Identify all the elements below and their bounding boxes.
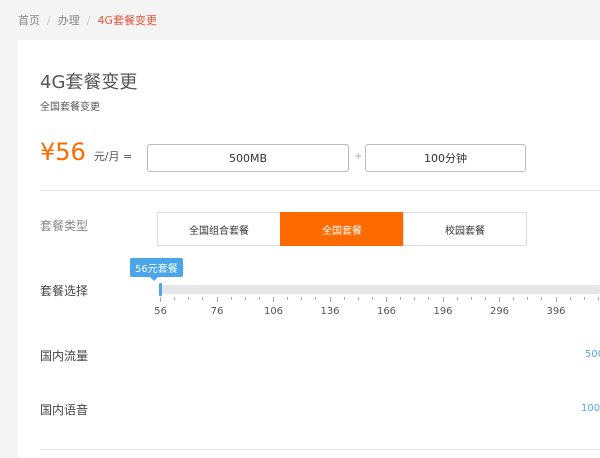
slider-minor-tick (174, 297, 176, 300)
breadcrumb: 首页 / 办理 / 4G套餐变更 (18, 12, 157, 28)
plan-type-tabs: 全国组合套餐 全国套餐 校园套餐 (157, 212, 527, 246)
selected-plan-tooltip: 56元套餐 (130, 258, 183, 281)
slider-tick (216, 297, 218, 302)
divider (40, 190, 600, 191)
slider-minor-tick (230, 297, 232, 300)
breadcrumb-separator: / (47, 14, 51, 27)
slider-minor-tick (343, 297, 345, 300)
slider-minor-tick (244, 297, 246, 300)
slider-minor-tick (470, 297, 472, 300)
price-unit: 元/月 = (93, 150, 133, 163)
plan-slider-handle[interactable] (159, 283, 162, 296)
slider-tick-label: 196 (433, 306, 453, 317)
slider-minor-tick (301, 297, 303, 300)
slider-tick (273, 297, 274, 302)
slider-tick (555, 297, 557, 302)
slider-tick (160, 297, 161, 302)
slider-tick-label: 136 (320, 306, 340, 317)
slider-minor-tick (513, 297, 515, 300)
slider-tick-label: 76 (210, 306, 224, 317)
breadcrumb-separator: / (86, 14, 91, 27)
slider-minor-tick (569, 297, 571, 300)
tab-national-combo[interactable]: 全国组合套餐 (157, 212, 281, 246)
slider-tick-label: 166 (376, 306, 397, 317)
slider-tick-label: 56 (154, 306, 167, 317)
slider-minor-tick (428, 297, 430, 300)
slider-minor-tick (188, 297, 190, 300)
slider-minor-tick (357, 297, 359, 300)
slider-minor-tick (400, 297, 402, 300)
tab-national[interactable]: 全国套餐 (280, 212, 404, 246)
slider-tick-label: 106 (263, 306, 284, 317)
domestic-voice-label: 国内语音 (40, 403, 89, 417)
breadcrumb-handle[interactable]: 办理 (58, 14, 80, 27)
slider-tick (386, 297, 387, 302)
data-summary-box: 500MB (147, 144, 349, 172)
slider-minor-tick (371, 297, 373, 300)
slider-tick (499, 297, 500, 302)
plus-sign: + (354, 151, 363, 162)
slider-minor-tick (484, 297, 486, 300)
plan-change-card: 4G套餐变更 全国套餐变更 ¥56 元/月 = 500MB + 100分钟 套餐… (18, 40, 600, 458)
slider-minor-tick (287, 297, 289, 300)
slider-tick-label: 396 (546, 306, 566, 317)
plan-type-label: 套餐类型 (40, 219, 89, 233)
slider-minor-tick (456, 297, 458, 300)
divider (40, 449, 600, 450)
price-display: ¥56 元/月 = (40, 138, 132, 170)
domestic-data-label: 国内流量 (40, 349, 89, 363)
breadcrumb-home[interactable]: 首页 (18, 14, 40, 27)
slider-minor-tick (315, 297, 317, 300)
slider-tick (442, 297, 444, 302)
breadcrumb-current: 4G套餐变更 (97, 14, 157, 27)
tab-campus[interactable]: 校园套餐 (403, 212, 527, 246)
plan-select-label: 套餐选择 (40, 284, 89, 298)
page-subtitle: 全国套餐变更 (40, 102, 100, 113)
page-title: 4G套餐变更 (40, 72, 138, 93)
slider-minor-tick (597, 297, 599, 300)
domestic-voice-value: 100 (581, 403, 600, 414)
slider-minor-tick (541, 297, 543, 300)
price-amount: ¥56 (40, 138, 86, 166)
slider-minor-tick (527, 297, 529, 300)
slider-minor-tick (583, 297, 585, 300)
slider-minor-tick (258, 297, 260, 300)
slider-minor-tick (202, 297, 204, 300)
domestic-data-value: 500 (585, 349, 600, 360)
plan-slider-track[interactable] (159, 285, 600, 294)
slider-tick (329, 297, 331, 302)
slider-tick-label: 296 (489, 306, 510, 317)
slider-minor-tick (414, 297, 416, 300)
voice-summary-box: 100分钟 (365, 144, 526, 172)
